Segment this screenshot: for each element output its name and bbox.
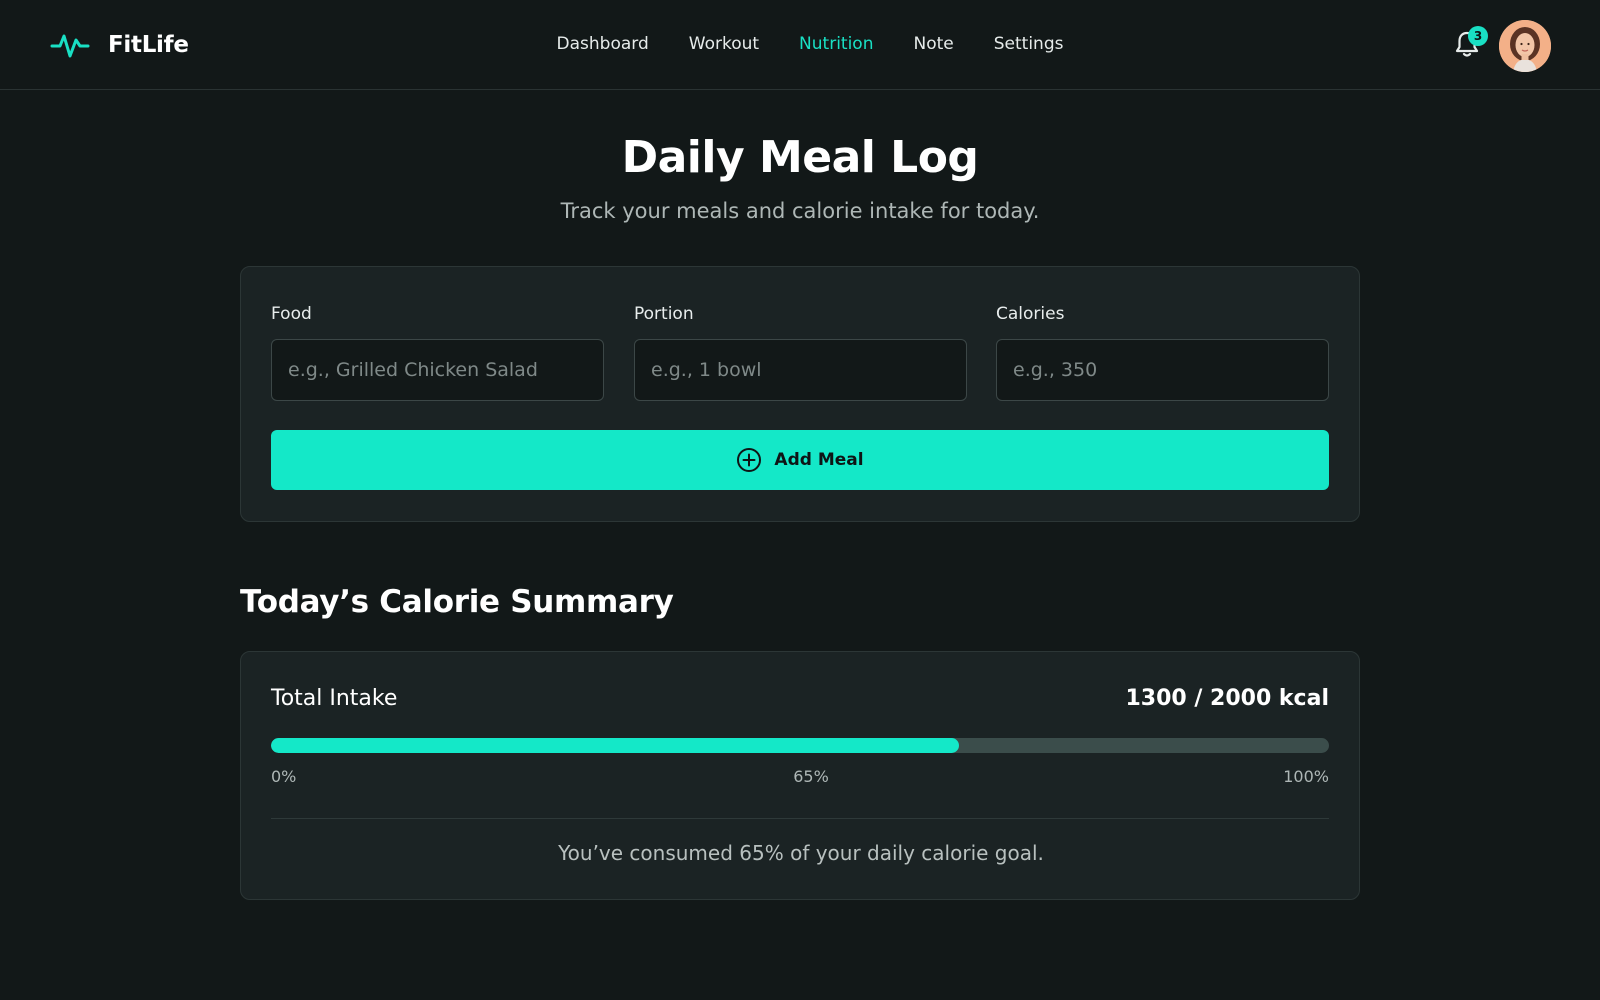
notification-count-badge: 3 bbox=[1468, 26, 1488, 46]
food-input[interactable] bbox=[271, 339, 604, 401]
total-intake-label: Total Intake bbox=[271, 686, 398, 711]
add-meal-label: Add Meal bbox=[774, 450, 864, 470]
nav-item-note[interactable]: Note bbox=[913, 32, 953, 56]
page-header: Daily Meal Log Track your meals and calo… bbox=[0, 128, 1600, 226]
add-meal-button[interactable]: Add Meal bbox=[271, 430, 1329, 490]
progress-tick-current: 65% bbox=[793, 767, 829, 786]
avatar[interactable] bbox=[1499, 20, 1551, 72]
calories-label: Calories bbox=[996, 304, 1065, 324]
progress-tick-end: 100% bbox=[1283, 767, 1329, 786]
calories-input[interactable] bbox=[996, 339, 1329, 401]
food-field: Food bbox=[271, 303, 604, 401]
portion-input[interactable] bbox=[634, 339, 967, 401]
progress-tick-start: 0% bbox=[271, 767, 297, 786]
user-avatar-image bbox=[1499, 20, 1551, 72]
nav-item-settings[interactable]: Settings bbox=[994, 32, 1064, 56]
meal-entry-form: Food Portion Calories Add Meal bbox=[240, 266, 1360, 522]
calorie-progress-bar bbox=[271, 738, 1329, 753]
nav-item-workout[interactable]: Workout bbox=[689, 32, 759, 56]
portion-label: Portion bbox=[634, 304, 694, 324]
calorie-summary-card: Total Intake 1300 / 2000 kcal 0% 65% 100… bbox=[240, 651, 1360, 900]
page-subtitle: Track your meals and calorie intake for … bbox=[560, 199, 1040, 223]
page-title: Daily Meal Log bbox=[621, 132, 979, 183]
portion-field: Portion bbox=[634, 303, 967, 401]
top-navigation-bar: FitLife Dashboard Workout Nutrition Note… bbox=[0, 0, 1600, 90]
nav-item-dashboard[interactable]: Dashboard bbox=[557, 32, 649, 56]
food-label: Food bbox=[271, 304, 312, 324]
calorie-progress-fill bbox=[271, 738, 959, 753]
nav-item-nutrition[interactable]: Nutrition bbox=[799, 32, 873, 56]
calories-field: Calories bbox=[996, 303, 1329, 401]
total-intake-value: 1300 / 2000 kcal bbox=[1125, 686, 1329, 711]
main-nav: Dashboard Workout Nutrition Note Setting… bbox=[0, 32, 1600, 56]
notifications-button[interactable]: 3 bbox=[1450, 26, 1488, 62]
summary-divider bbox=[271, 818, 1329, 819]
plus-circle-icon bbox=[737, 448, 762, 472]
calorie-summary-heading: Today’s Calorie Summary bbox=[240, 584, 674, 620]
summary-note: You’ve consumed 65% of your daily calori… bbox=[558, 841, 1044, 865]
